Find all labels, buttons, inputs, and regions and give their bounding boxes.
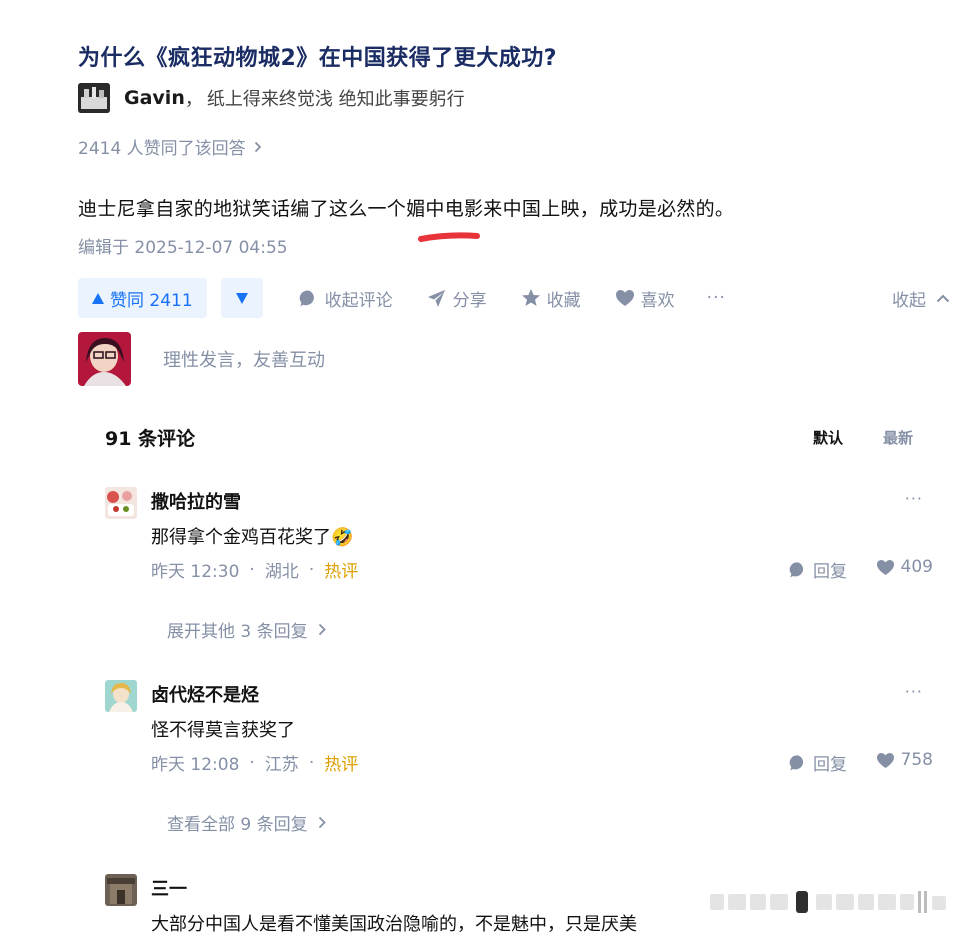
- view-all-replies-label: 查看全部 9 条回复: [167, 815, 308, 835]
- action-bar: 赞同 2411 收起评论 分享 收藏 喜欢 ··· 收起: [78, 278, 960, 318]
- triangle-down-icon: [235, 292, 248, 304]
- collapse-comments-label: 收起评论: [324, 290, 393, 311]
- author-bio: 纸上得来终觉浅 绝知此事要躬行: [206, 89, 465, 110]
- heart-icon: [876, 752, 894, 768]
- comment-like-button[interactable]: 409: [876, 557, 933, 577]
- like-label: 喜欢: [640, 290, 675, 311]
- hot-comment-badge: 热评: [324, 755, 359, 775]
- comment-text: 那得拿个金鸡百花奖了🤣: [151, 527, 354, 548]
- comment-item: 卤代烃不是烃 ··· 怪不得莫言获奖了 昨天 12:08 · 江苏 · 热评 回…: [105, 680, 933, 840]
- answer-content: 迪士尼拿自家的地狱笑话编了这么一个媚中电影来中国上映，成功是必然的。: [78, 198, 735, 220]
- comment-time: 昨天 12:08: [151, 755, 240, 775]
- comments-header: 91 条评论 默认 最新: [105, 424, 913, 451]
- commenter-avatar[interactable]: [105, 680, 137, 712]
- red-underline-mark: [418, 232, 480, 242]
- edit-time: 编辑于 2025-12-07 04:55: [78, 238, 288, 258]
- paper-plane-icon: [427, 288, 447, 308]
- commenter-avatar[interactable]: [105, 874, 137, 906]
- meta-dot: ·: [308, 752, 315, 773]
- star-icon: [521, 288, 541, 308]
- upvote-summary-text: 2414 人赞同了该回答: [78, 139, 246, 159]
- comment-bubble-icon: [299, 288, 319, 308]
- comment-more-button[interactable]: ···: [905, 489, 923, 508]
- reply-label: 回复: [813, 562, 847, 582]
- platform-watermark: [710, 888, 950, 916]
- vote-up-button[interactable]: 赞同 2411: [78, 278, 207, 318]
- author-name[interactable]: Gavin: [124, 87, 185, 109]
- comment-location: 湖北: [264, 562, 299, 582]
- comment-bubble-icon: [789, 561, 804, 578]
- author-avatar[interactable]: [78, 83, 110, 113]
- comment-input-row: 理性发言，友善互动: [78, 332, 325, 386]
- author-row: Gavin ， 纸上得来终觉浅 绝知此事要躬行: [78, 83, 465, 113]
- chevron-right-icon: [318, 623, 326, 636]
- collapse-label: 收起: [892, 290, 926, 311]
- favorite-button[interactable]: 收藏: [521, 286, 581, 311]
- meta-dot: ·: [308, 559, 315, 580]
- expand-replies-button[interactable]: 展开其他 3 条回复: [167, 617, 326, 642]
- comment-input[interactable]: 理性发言，友善互动: [163, 346, 325, 372]
- comment-text: 大部分中国人是看不懂美国政治隐喻的，不是魅中，只是厌美: [151, 914, 637, 935]
- like-button[interactable]: 喜欢: [615, 286, 675, 311]
- question-title[interactable]: 为什么《疯狂动物城2》在中国获得了更大成功?: [78, 40, 557, 72]
- heart-icon: [876, 559, 894, 575]
- heart-icon: [615, 288, 635, 308]
- comments-count: 91 条评论: [105, 428, 196, 450]
- favorite-label: 收藏: [546, 290, 581, 311]
- comment-time: 昨天 12:30: [151, 562, 240, 582]
- comment-text: 怪不得莫言获奖了: [151, 720, 295, 741]
- expand-replies-label: 展开其他 3 条回复: [167, 622, 308, 642]
- commenter-name[interactable]: 卤代烃不是烃: [151, 681, 259, 707]
- collapse-answer-button[interactable]: 收起: [892, 286, 950, 311]
- comment-item: 撒哈拉的雪 ··· 那得拿个金鸡百花奖了🤣 昨天 12:30 · 湖北 · 热评…: [105, 487, 933, 647]
- commenter-name[interactable]: 三一: [151, 875, 187, 901]
- reply-button[interactable]: 回复: [789, 557, 847, 582]
- share-button[interactable]: 分享: [427, 286, 487, 311]
- vote-down-button[interactable]: [220, 278, 263, 318]
- author-separator: ，: [184, 89, 203, 110]
- commenter-avatar[interactable]: [105, 487, 137, 519]
- current-user-avatar: [78, 332, 131, 386]
- view-all-replies-button[interactable]: 查看全部 9 条回复: [167, 810, 326, 835]
- like-count: 409: [900, 557, 933, 577]
- more-actions-button[interactable]: ···: [707, 288, 726, 308]
- comment-location: 江苏: [264, 755, 299, 775]
- meta-dot: ·: [249, 752, 255, 773]
- sort-newest-tab[interactable]: 最新: [883, 427, 913, 448]
- meta-dot: ·: [249, 559, 255, 580]
- sort-default-tab[interactable]: 默认: [813, 427, 843, 448]
- share-label: 分享: [452, 290, 487, 311]
- collapse-comments-button[interactable]: 收起评论: [299, 286, 393, 311]
- comment-meta: 昨天 12:30 · 湖北 · 热评: [151, 557, 359, 583]
- vote-up-label: 赞同 2411: [110, 290, 193, 311]
- comment-like-button[interactable]: 758: [876, 750, 933, 770]
- comment-more-button[interactable]: ···: [905, 682, 923, 701]
- comment-bubble-icon: [789, 754, 804, 771]
- upvote-summary[interactable]: 2414 人赞同了该回答: [78, 134, 262, 159]
- chevron-right-icon: [318, 816, 326, 829]
- comment-meta: 昨天 12:08 · 江苏 · 热评: [151, 750, 359, 776]
- reply-button[interactable]: 回复: [789, 750, 847, 775]
- commenter-name[interactable]: 撒哈拉的雪: [151, 488, 241, 514]
- like-count: 758: [900, 750, 933, 770]
- triangle-up-icon: [92, 292, 104, 304]
- chevron-right-icon: [254, 141, 261, 152]
- reply-label: 回复: [813, 755, 847, 775]
- hot-comment-badge: 热评: [324, 562, 359, 582]
- chevron-up-icon: [936, 294, 950, 302]
